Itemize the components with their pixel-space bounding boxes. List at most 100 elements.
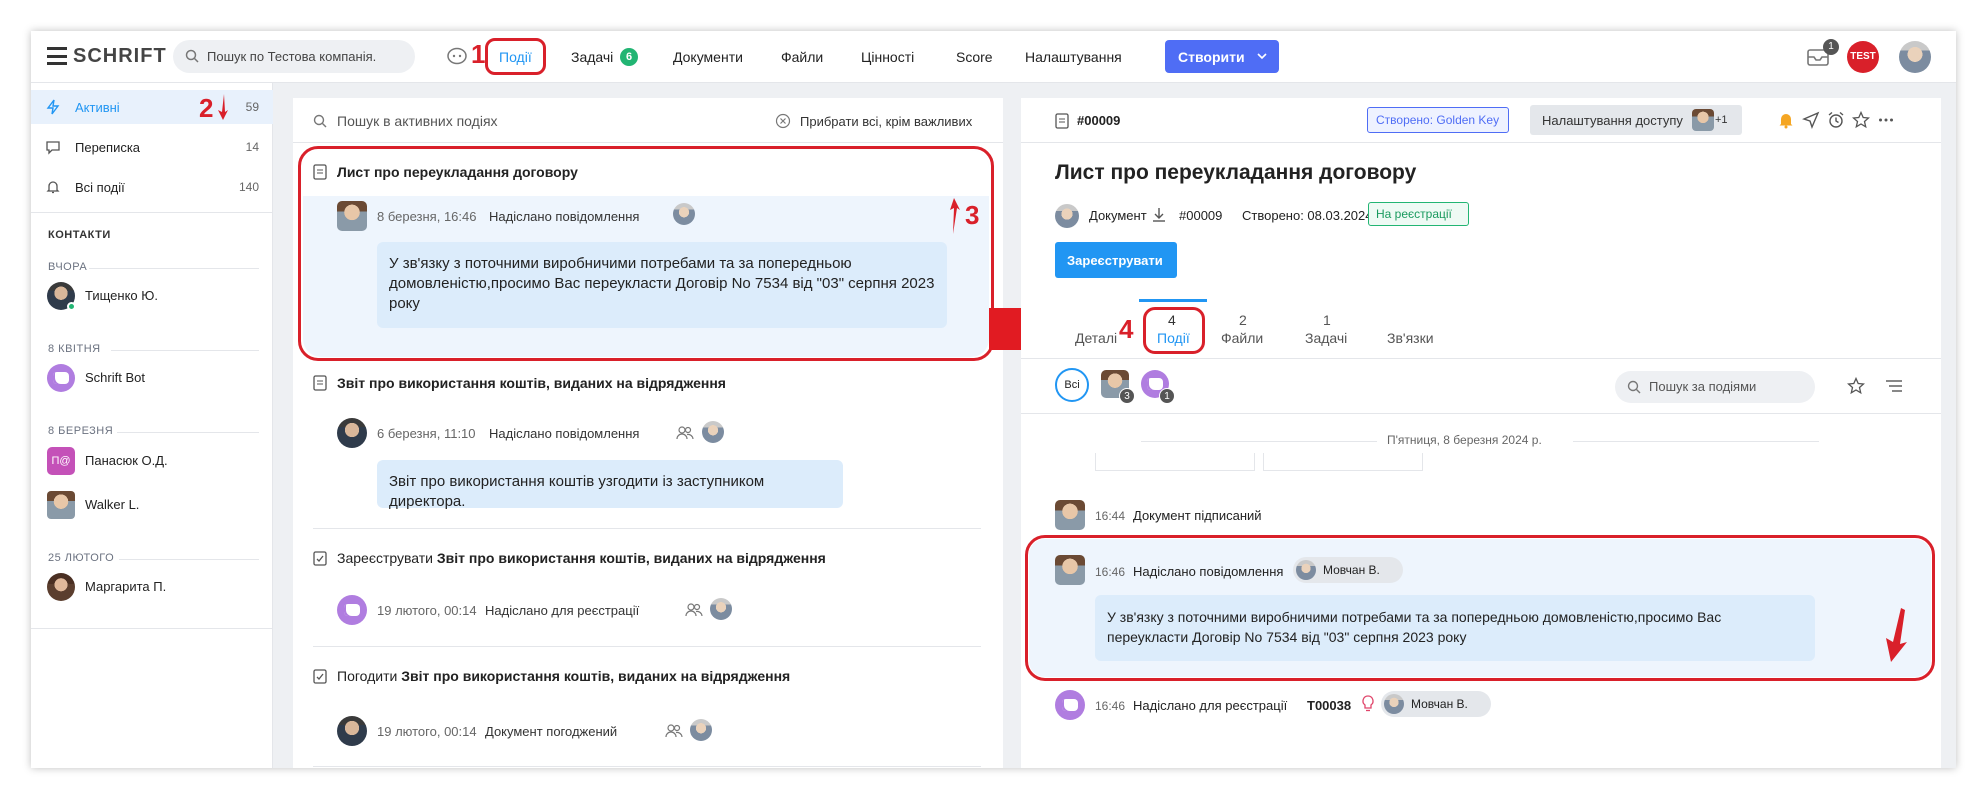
avatar <box>337 716 367 746</box>
avatar <box>337 418 367 448</box>
filter-count-badge: 3 <box>1119 388 1135 404</box>
event-title-prefix: Погодити <box>337 668 398 684</box>
access-settings-button[interactable]: Налаштування доступу +1 <box>1530 105 1742 135</box>
tab-files[interactable]: Файли <box>1221 330 1263 346</box>
filter-all-label: Всі <box>1064 379 1080 391</box>
create-button[interactable]: Створити <box>1165 40 1279 73</box>
search-icon <box>1627 380 1641 394</box>
nav-settings[interactable]: Налаштування <box>1025 49 1122 65</box>
avatar <box>47 491 75 519</box>
tab-tasks[interactable]: Задачі <box>1305 330 1347 346</box>
task-icon <box>313 668 327 684</box>
contact-name: Тищенко Ю. <box>85 288 159 303</box>
tab-details[interactable]: Деталі <box>1075 330 1117 346</box>
status-badge-label: На реєстрації <box>1376 207 1452 221</box>
divider <box>1573 441 1819 442</box>
contacts-group-date: ВЧОРА <box>48 261 88 273</box>
event-title-prefix: Зареєструвати <box>337 550 433 566</box>
avatar <box>1055 204 1079 228</box>
person-chip[interactable]: Мовчан В. <box>1293 557 1403 583</box>
document-created-date: Створено: 08.03.2024 <box>1242 208 1373 223</box>
feed-code[interactable]: T00038 <box>1307 698 1351 713</box>
contact-item[interactable]: Walker L. <box>41 488 261 522</box>
online-status-dot <box>67 302 76 311</box>
created-by-badge[interactable]: Створено: Golden Key <box>1367 107 1509 133</box>
filter-list-icon[interactable] <box>1885 378 1903 394</box>
contact-item[interactable]: Schrift Bot <box>41 361 261 395</box>
users-icon <box>676 426 694 440</box>
contact-item[interactable]: Маргарита П. <box>41 570 261 604</box>
menu-icon[interactable] <box>47 47 67 65</box>
feed-text: Документ підписаний <box>1133 508 1262 523</box>
event-title[interactable]: Зареєструвати Звіт про використання кошт… <box>337 550 826 566</box>
star-icon[interactable] <box>1852 111 1870 129</box>
brand-badge-label: TEST <box>1850 51 1876 62</box>
sidebar-item-all-events[interactable]: Всі події 140 <box>31 170 273 204</box>
clear-circle-icon[interactable] <box>775 113 791 129</box>
contact-item[interactable]: Тищенко Ю. <box>41 279 261 313</box>
tab-links[interactable]: Зв'язки <box>1387 330 1434 346</box>
sidebar-item-count: 14 <box>245 140 259 154</box>
nav-tasks[interactable]: Задачі <box>571 49 613 65</box>
alarm-clock-icon[interactable] <box>1827 111 1845 129</box>
contacts-group-date: 25 ЛЮТОГО <box>48 552 115 564</box>
sidebar-item-active[interactable]: Активні 59 <box>31 90 273 124</box>
bell-icon <box>45 179 61 195</box>
highlight-event-card <box>298 146 994 361</box>
tab-files-count[interactable]: 2 <box>1239 312 1247 328</box>
sidebar-item-count: 140 <box>238 180 259 194</box>
event-title[interactable]: Погодити Звіт про використання коштів, в… <box>337 668 790 684</box>
brand-badge[interactable]: TEST <box>1847 41 1879 73</box>
logo[interactable]: SCHRIFT <box>73 45 167 68</box>
event-time: 19 лютого, 00:14 <box>377 724 477 739</box>
filter-count-text: 1 <box>1164 391 1170 402</box>
send-icon[interactable] <box>1802 111 1820 129</box>
event-title[interactable]: Звіт про використання коштів, виданих на… <box>337 375 726 391</box>
feed-time: 16:46 <box>1095 699 1126 713</box>
event-action: Документ погоджений <box>485 724 618 739</box>
person-chip[interactable]: Мовчан В. <box>1381 691 1491 717</box>
event-time: 19 лютого, 00:14 <box>377 603 477 618</box>
events-search-field[interactable]: Пошук за подіями <box>1615 371 1815 403</box>
chevron-down-icon <box>1257 52 1267 60</box>
status-badge: На реєстрації <box>1368 202 1469 226</box>
person-chip-name: Мовчан В. <box>1411 697 1468 711</box>
lightning-icon <box>45 99 61 115</box>
feed-message: У зв'язку з поточними виробничими потреб… <box>1095 595 1815 661</box>
register-button[interactable]: Зареєструвати <box>1055 242 1177 278</box>
avatar <box>47 573 75 601</box>
tab-events-underline <box>1139 299 1207 302</box>
contact-item[interactable]: П@ Панасюк О.Д. <box>41 444 261 478</box>
event-time: 6 березня, 11:10 <box>377 426 476 441</box>
nav-documents[interactable]: Документи <box>673 49 743 65</box>
document-number: #00009 <box>1077 113 1121 128</box>
events-search-input[interactable]: Пошук в активних подіях <box>337 113 498 129</box>
tab-tasks-count[interactable]: 1 <box>1323 312 1331 328</box>
bell-icon[interactable] <box>1777 111 1795 129</box>
sidebar-item-correspondence[interactable]: Переписка 14 <box>31 130 273 164</box>
bot-avatar <box>1055 690 1085 720</box>
lightbulb-icon <box>1361 695 1375 713</box>
more-options-icon[interactable] <box>1877 111 1895 129</box>
feed-text: Надіслано повідомлення <box>1133 564 1284 579</box>
users-icon <box>685 603 703 617</box>
filter-all-button[interactable]: Всі <box>1055 368 1089 402</box>
bot-avatar <box>337 595 367 625</box>
document-detail-panel: #00009 Створено: Golden Key Налаштування… <box>1021 98 1941 768</box>
filter-count-badge: 1 <box>1159 388 1175 404</box>
chat-bot-icon[interactable] <box>446 46 468 66</box>
date-divider-label: П'ятниця, 8 березня 2024 р. <box>1387 433 1542 447</box>
global-search[interactable]: Пошук по Тестова компанія. <box>173 40 415 73</box>
download-icon[interactable] <box>1151 207 1167 223</box>
contact-name: Панасюк О.Д. <box>85 453 168 468</box>
divider <box>313 528 981 529</box>
nav-values[interactable]: Цінності <box>861 49 914 65</box>
nav-files[interactable]: Файли <box>781 49 823 65</box>
chat-icon <box>45 139 61 155</box>
nav-score[interactable]: Score <box>956 49 993 65</box>
feed-time: 16:44 <box>1095 509 1126 523</box>
clear-non-important-button[interactable]: Прибрати всі, крім важливих <box>800 114 972 129</box>
user-avatar[interactable] <box>1899 41 1931 73</box>
star-icon[interactable] <box>1847 377 1865 395</box>
sidebar: Активні 59 2 Переписка 14 Всі події 140 … <box>31 83 273 768</box>
